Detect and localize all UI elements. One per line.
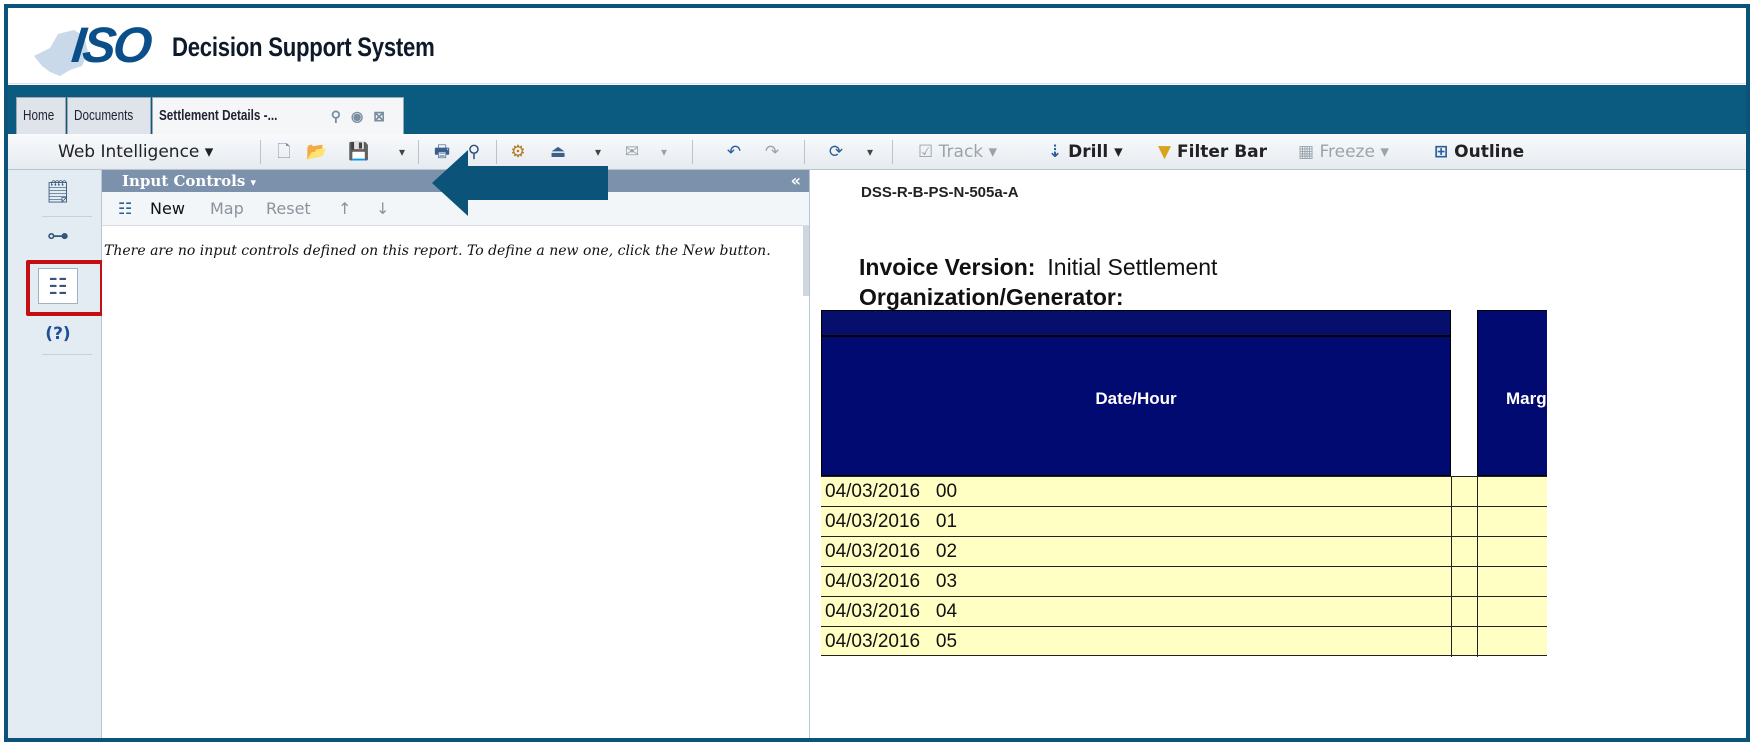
track-button[interactable]: ☑ Track ▾ xyxy=(918,134,997,170)
date-hour-cell: 04/03/2016 01 xyxy=(825,511,958,532)
main-toolbar: Web Intelligence ▾ 🗋 📂 💾 ▾ 🖶 ⚲ ⚙ ⏏ ▾ ✉ ▾… xyxy=(8,134,1746,170)
cell-border xyxy=(1451,477,1452,507)
cell-border xyxy=(1477,477,1478,507)
navigation-map-icon[interactable]: ⊶ xyxy=(38,218,78,254)
tab-pin-restore-close-icons[interactable]: ⚲◉⊠ xyxy=(331,98,395,134)
tab-home[interactable]: Home xyxy=(16,97,66,134)
table-row: 04/03/2016 05 xyxy=(821,626,1547,657)
date-hour-header: Date/Hour xyxy=(1095,389,1177,408)
undo-icon[interactable]: ↶ xyxy=(724,142,744,162)
organization-generator-label: Organization/Generator: xyxy=(859,284,1124,310)
cell-border xyxy=(1477,627,1478,657)
date-hour-cell: 04/03/2016 02 xyxy=(825,541,958,562)
invoice-version-line: Invoice Version: Initial Settlement xyxy=(859,254,1217,281)
cell-border xyxy=(1477,507,1478,537)
document-summary-icon[interactable]: 🗒 xyxy=(38,174,78,210)
new-control-button[interactable]: New xyxy=(150,192,185,226)
app-header: ISO Decision Support System xyxy=(8,8,1746,84)
refresh-dropdown-chevron-icon[interactable]: ▾ xyxy=(860,142,880,162)
input-controls-highlight-box xyxy=(26,260,104,316)
toolbar-divider xyxy=(804,140,805,164)
iso-logo: ISO xyxy=(69,17,153,73)
date-hour-cell: 04/03/2016 05 xyxy=(825,631,958,652)
toolbar-divider xyxy=(892,140,893,164)
table-header-band xyxy=(821,310,1451,336)
no-input-controls-message: There are no input controls defined on t… xyxy=(104,243,771,259)
cell-border xyxy=(1451,627,1452,657)
map-button[interactable]: Map xyxy=(210,192,244,226)
report-canvas: DSS-R-B-PS-N-505a-A Invoice Version: Init… xyxy=(811,170,1547,738)
move-up-icon[interactable]: ↑ xyxy=(338,192,351,226)
toolbar-divider xyxy=(418,140,419,164)
drill-icon: ⇣ xyxy=(1048,142,1063,162)
date-hour-cell: 04/03/2016 03 xyxy=(825,571,958,592)
save-icon[interactable]: 💾 xyxy=(348,142,369,162)
filter-icon: ▼ xyxy=(1158,142,1172,162)
app-title: Decision Support System xyxy=(172,32,435,62)
filter-bar-button[interactable]: ▼ Filter Bar xyxy=(1158,134,1267,170)
table-row: 04/03/2016 03 xyxy=(821,566,1547,597)
cell-border xyxy=(1477,597,1478,627)
cell-border xyxy=(1477,567,1478,597)
panel-scrollbar[interactable] xyxy=(803,226,809,296)
marginal-header-cell: Marg xyxy=(1477,310,1547,476)
cell-border xyxy=(1477,537,1478,567)
table-row: 04/03/2016 00 xyxy=(821,476,1547,507)
freeze-icon: ▦ xyxy=(1298,142,1315,162)
rail-divider xyxy=(42,216,92,217)
reset-button[interactable]: Reset xyxy=(266,192,311,226)
new-control-icon[interactable]: ☷ xyxy=(118,192,132,226)
date-hour-header-cell: Date/Hour xyxy=(821,336,1451,476)
rail-divider xyxy=(42,354,92,355)
freeze-button[interactable]: ▦ Freeze ▾ xyxy=(1298,134,1389,170)
open-folder-icon[interactable]: 📂 xyxy=(306,142,327,162)
move-down-icon[interactable]: ↓ xyxy=(376,192,389,226)
track-icon: ☑ xyxy=(918,142,934,162)
cell-border xyxy=(1451,567,1452,597)
redo-icon[interactable]: ↷ xyxy=(762,142,782,162)
invoice-version-value: Initial Settlement xyxy=(1047,254,1218,280)
new-document-icon[interactable]: 🗋 xyxy=(274,142,294,162)
help-icon[interactable]: (?) xyxy=(38,316,78,352)
date-hour-cell: 04/03/2016 04 xyxy=(825,601,958,622)
date-hour-cell: 04/03/2016 00 xyxy=(825,481,958,502)
cell-border xyxy=(1451,507,1452,537)
collapse-panel-icon[interactable]: « xyxy=(791,170,801,192)
web-intelligence-menu[interactable]: Web Intelligence ▾ xyxy=(58,134,213,170)
invoice-version-label: Invoice Version: xyxy=(859,254,1036,280)
toolbar-divider xyxy=(692,140,693,164)
marginal-header: Marg xyxy=(1506,389,1547,408)
table-row: 04/03/2016 01 xyxy=(821,506,1547,537)
panel-menu-chevron-icon[interactable]: ▾ xyxy=(251,176,257,189)
tab-documents[interactable]: Documents xyxy=(67,97,151,134)
document-tab-bar: Home Documents Settlement Details -... ⚲… xyxy=(8,85,1746,134)
report-id: DSS-R-B-PS-N-505a-A xyxy=(861,184,1019,201)
input-controls-panel: Input Controls ▾ « ☷ New Map Reset ↑ ↓ T… xyxy=(102,170,810,738)
table-row: 04/03/2016 02 xyxy=(821,536,1547,567)
outline-button[interactable]: ⊞ Outline xyxy=(1434,134,1524,170)
save-dropdown-chevron-icon[interactable]: ▾ xyxy=(392,142,412,162)
email-dropdown-chevron-icon[interactable]: ▾ xyxy=(654,142,674,162)
tab-settlement-details[interactable]: Settlement Details -... ⚲◉⊠ xyxy=(152,97,404,134)
outline-icon: ⊞ xyxy=(1434,142,1449,162)
annotation-arrow-icon xyxy=(432,150,608,216)
drill-button[interactable]: ⇣ Drill ▾ xyxy=(1048,134,1123,170)
email-icon[interactable]: ✉ xyxy=(622,142,642,162)
left-side-panel-rail: 🗒 ⊶ ☷ (?) xyxy=(8,170,104,738)
refresh-icon[interactable]: ⟳ xyxy=(826,142,846,162)
toolbar-divider xyxy=(260,140,261,164)
app-window: ISO Decision Support System Home Documen… xyxy=(4,4,1750,742)
table-row: 04/03/2016 04 xyxy=(821,596,1547,627)
cell-border xyxy=(1451,537,1452,567)
cell-border xyxy=(1451,597,1452,627)
